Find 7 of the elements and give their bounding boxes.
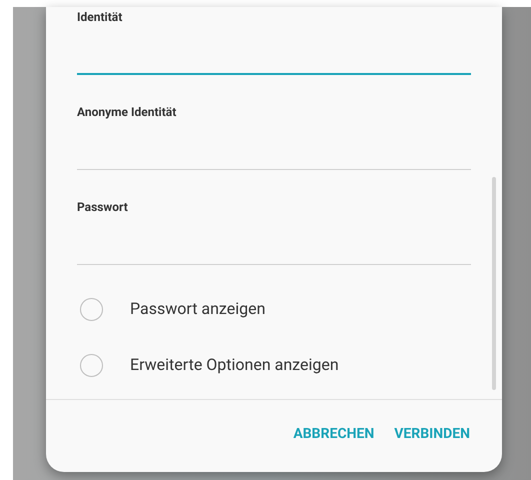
option-label[interactable]: Passwort anzeigen bbox=[130, 297, 266, 321]
field-label: Anonyme Identität bbox=[77, 104, 178, 120]
option-label[interactable]: Erweiterte Optionen anzeigen bbox=[130, 353, 339, 377]
field-label: Passwort bbox=[77, 199, 129, 215]
radio-button[interactable] bbox=[80, 354, 103, 376]
radio-button[interactable] bbox=[80, 298, 103, 320]
field-label: Identität bbox=[77, 9, 124, 25]
